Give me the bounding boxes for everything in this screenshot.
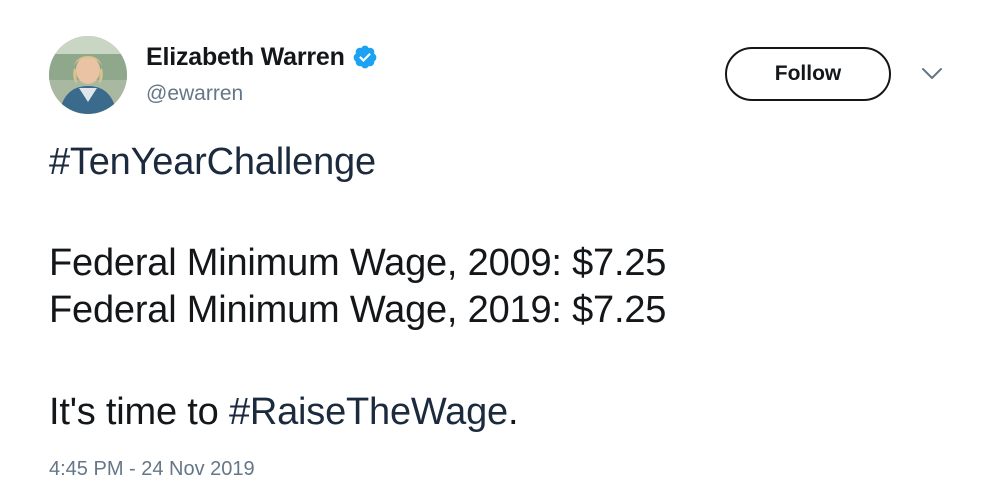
tweet-text-fragment: . xyxy=(507,391,519,433)
tweet-card: Elizabeth Warren @ewarren Follow #TenYea… xyxy=(0,0,1002,500)
author-display-name[interactable]: Elizabeth Warren xyxy=(146,43,345,72)
follow-button[interactable]: Follow xyxy=(725,47,891,101)
tweet-text-line: Federal Minimum Wage, 2019: $7.25 xyxy=(49,289,667,331)
avatar[interactable] xyxy=(49,36,127,114)
hashtag-link[interactable]: #TenYearChallenge xyxy=(49,141,376,183)
tweet-timestamp[interactable]: 4:45 PM - 24 Nov 2019 xyxy=(49,458,255,481)
verified-badge-icon xyxy=(352,44,378,70)
hashtag-link[interactable]: #RaiseTheWage xyxy=(229,391,508,433)
tweet-text-hashtag-line: #TenYearChallenge xyxy=(49,140,376,184)
chevron-down-icon[interactable] xyxy=(920,66,944,82)
tweet-text-closing-line: It's time to #RaiseTheWage. xyxy=(49,390,519,434)
tweet-text-line: Federal Minimum Wage, 2009: $7.25 xyxy=(49,242,667,284)
tweet-text-fragment: It's time to xyxy=(49,391,229,433)
author-handle[interactable]: @ewarren xyxy=(146,82,243,106)
avatar-image xyxy=(49,36,127,114)
author-name-row: Elizabeth Warren xyxy=(146,42,378,72)
